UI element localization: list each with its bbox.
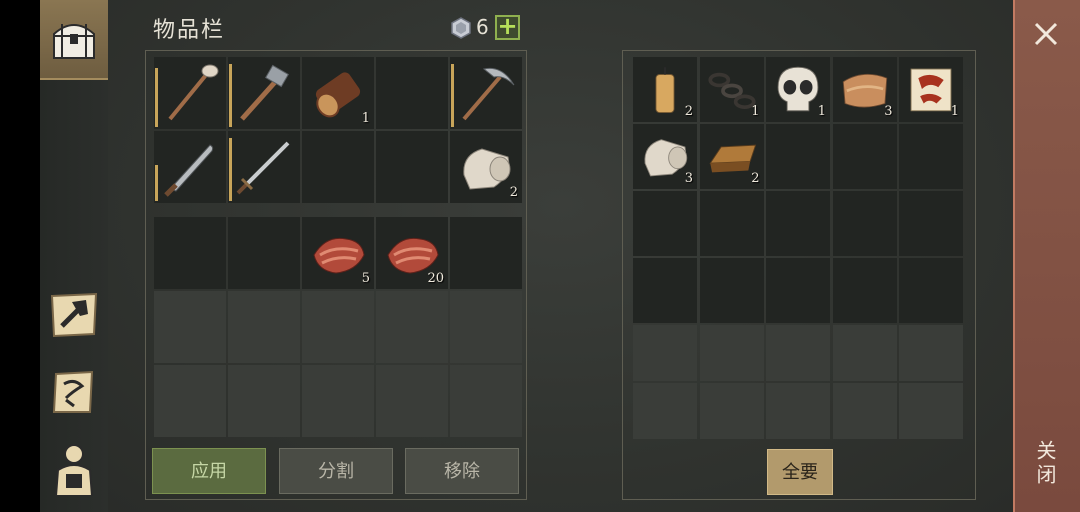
machete-icon [164, 144, 214, 197]
add-gems-button[interactable]: + [495, 14, 520, 40]
split-button[interactable]: 分割 [279, 448, 393, 494]
inventory-slot[interactable] [302, 365, 374, 437]
inventory-slot[interactable] [376, 365, 448, 437]
inventory-slot[interactable] [154, 291, 226, 363]
inventory-slot[interactable] [899, 325, 963, 381]
inventory-slot[interactable] [228, 57, 300, 129]
inventory-slot[interactable]: 2 [450, 131, 522, 203]
inventory-slot[interactable] [699, 325, 764, 381]
item-count: 1 [950, 104, 959, 119]
inventory-slot[interactable] [832, 124, 897, 189]
take-all-button[interactable]: 全要 [767, 449, 833, 495]
inventory-slot[interactable] [450, 291, 522, 363]
inventory-slot[interactable]: 1 [699, 57, 764, 122]
cloth-roll-icon [463, 148, 511, 190]
page-title: 物品栏 [153, 18, 226, 43]
item-count: 2 [751, 171, 760, 186]
raw-meat-icon [313, 237, 365, 274]
shovel-icon [168, 64, 219, 121]
inventory-slot[interactable] [376, 57, 448, 129]
durability-bar [229, 64, 232, 127]
inventory-slot[interactable] [633, 191, 697, 256]
inventory-slot[interactable] [899, 258, 963, 323]
inventory-slot[interactable] [376, 291, 448, 363]
gem-icon [451, 17, 471, 39]
inventory-slot[interactable] [228, 217, 300, 289]
item-count: 1 [751, 104, 760, 119]
item-count: 1 [817, 104, 826, 119]
inventory-slot[interactable] [228, 291, 300, 363]
inventory-slot[interactable]: 1 [302, 57, 374, 129]
inventory-slot[interactable] [633, 383, 697, 439]
durability-bar [229, 138, 232, 201]
inventory-slot[interactable] [633, 325, 697, 381]
apply-button[interactable]: 应用 [152, 448, 266, 494]
inventory-slot[interactable] [766, 383, 830, 439]
character-backpack-icon[interactable] [46, 440, 102, 496]
close-bar[interactable] [1013, 0, 1080, 512]
inventory-slot[interactable] [450, 57, 522, 129]
inventory-slot[interactable]: 1 [766, 57, 830, 122]
inventory-slot[interactable] [766, 258, 830, 323]
inventory-slot[interactable] [228, 131, 300, 203]
item-count: 2 [509, 185, 518, 200]
inventory-slot[interactable] [766, 191, 830, 256]
item-count: 3 [684, 171, 693, 186]
durability-bar [155, 68, 158, 127]
inventory-slot[interactable] [832, 258, 897, 323]
inventory-slot[interactable] [633, 258, 697, 323]
gem-count: 6 [476, 15, 489, 39]
inventory-slot[interactable] [832, 383, 897, 439]
hammer-icon [240, 64, 289, 121]
inventory-slot[interactable] [154, 57, 226, 129]
inventory-slot[interactable] [154, 217, 226, 289]
screen-edge [0, 0, 40, 512]
item-count: 3 [884, 104, 893, 119]
inventory-slot[interactable] [450, 217, 522, 289]
close-label[interactable]: 关闭 [1032, 440, 1060, 488]
remove-button[interactable]: 移除 [405, 448, 519, 494]
inventory-slot[interactable] [302, 291, 374, 363]
inventory-slot[interactable]: 3 [832, 57, 897, 122]
item-count: 20 [427, 271, 444, 286]
inventory-slot[interactable]: 5 [302, 217, 374, 289]
inventory-slot[interactable] [899, 191, 963, 256]
inventory-slot[interactable] [832, 191, 897, 256]
inventory-slot[interactable]: 1 [899, 57, 963, 122]
inventory-slot[interactable] [699, 191, 764, 256]
inventory-slot[interactable] [376, 131, 448, 203]
durability-bar [451, 64, 454, 127]
log-icon [315, 72, 361, 118]
inventory-slot[interactable] [302, 131, 374, 203]
inventory-slot[interactable] [154, 131, 226, 203]
close-icon[interactable] [1030, 18, 1062, 50]
inventory-slot[interactable]: 3 [633, 124, 697, 189]
item-count: 2 [684, 104, 693, 119]
inventory-slot[interactable]: 20 [376, 217, 448, 289]
item-count: 5 [361, 271, 370, 286]
inventory-slot[interactable] [766, 325, 830, 381]
item-count: 1 [361, 111, 370, 126]
inventory-slot[interactable] [766, 124, 830, 189]
sword-icon [236, 141, 290, 195]
inventory-slot[interactable] [228, 365, 300, 437]
inventory-slot[interactable] [699, 383, 764, 439]
inventory-slot[interactable]: 2 [699, 124, 764, 189]
inventory-slot[interactable] [450, 365, 522, 437]
inventory-chest-icon [53, 24, 95, 59]
map-scroll-icon[interactable] [46, 364, 102, 420]
inventory-slot[interactable]: 2 [633, 57, 697, 122]
inventory-slot[interactable] [899, 383, 963, 439]
durability-bar [155, 165, 158, 201]
craft-hammer-icon[interactable] [46, 286, 102, 342]
inventory-slot[interactable] [832, 325, 897, 381]
inventory-slot[interactable] [899, 124, 963, 189]
inventory-slot[interactable] [154, 365, 226, 437]
pickaxe-icon [462, 67, 515, 121]
inventory-slot[interactable] [699, 258, 764, 323]
